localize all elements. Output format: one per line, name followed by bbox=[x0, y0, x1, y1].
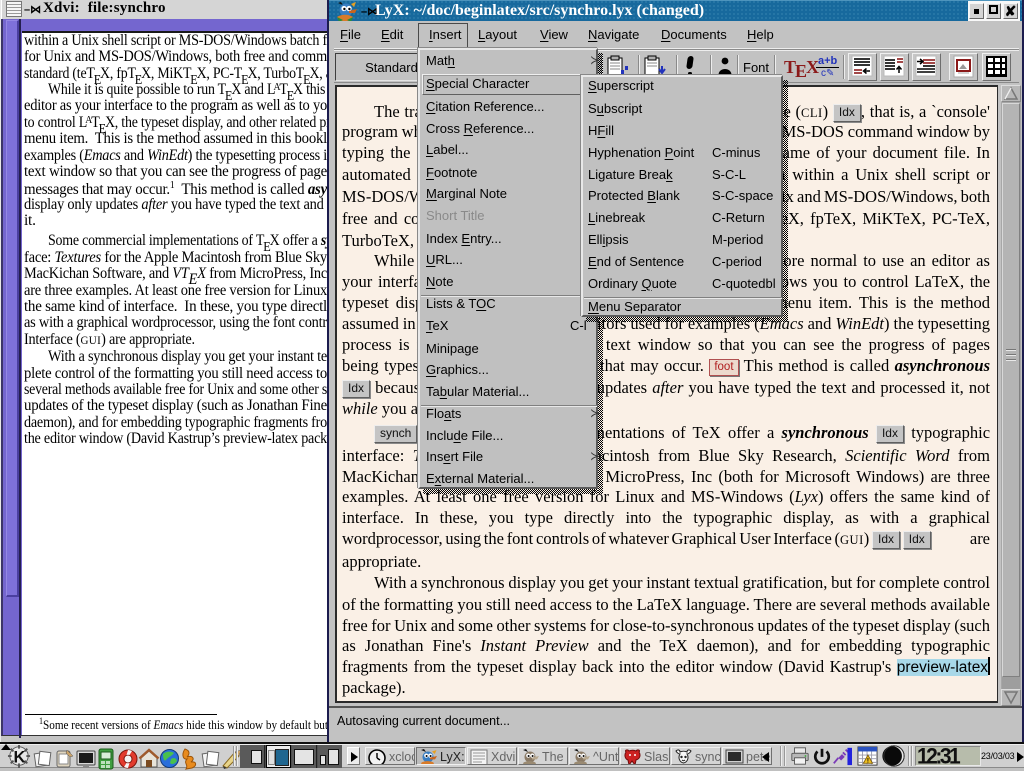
svg-text:!: ! bbox=[867, 757, 869, 764]
svg-text:K: K bbox=[13, 747, 25, 766]
